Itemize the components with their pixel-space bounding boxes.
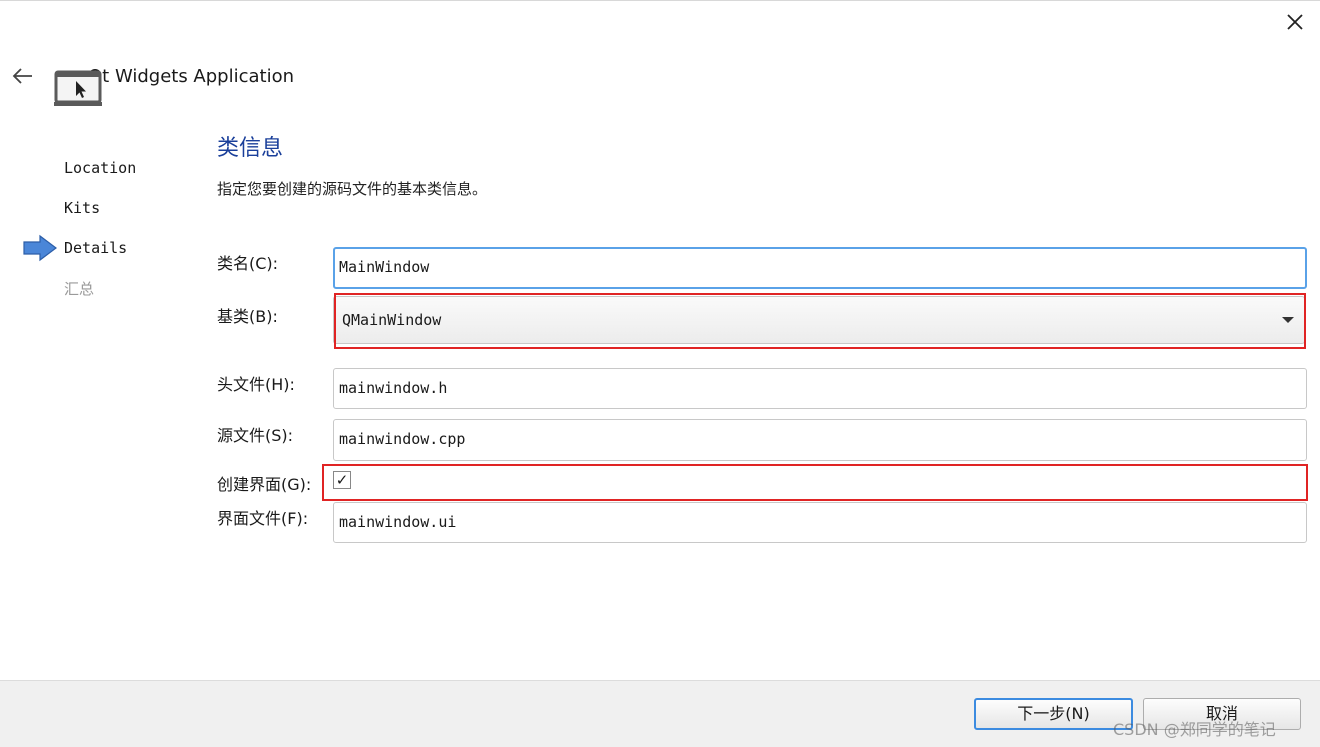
source-file-input[interactable]: mainwindow.cpp xyxy=(333,419,1307,461)
base-class-label: 基类(B): xyxy=(217,307,278,326)
back-arrow-icon[interactable] xyxy=(8,62,36,90)
window-top-border xyxy=(0,0,1320,1)
step-kits: Kits xyxy=(64,199,101,217)
step-location: Location xyxy=(64,159,137,177)
watermark: CSDN @郑同学的笔记 xyxy=(1113,720,1276,739)
close-icon[interactable] xyxy=(1281,8,1309,36)
generate-form-checkbox[interactable]: ✓ xyxy=(333,471,351,489)
header-file-label: 头文件(H): xyxy=(217,375,295,394)
highlight-box-generate-form xyxy=(322,464,1308,501)
wizard-title: Qt Widgets Application xyxy=(88,66,295,87)
class-name-label: 类名(C): xyxy=(217,254,279,273)
class-name-input[interactable]: MainWindow xyxy=(333,247,1307,289)
section-title: 类信息 xyxy=(217,136,284,161)
next-button[interactable]: 下一步(N) xyxy=(974,698,1133,730)
current-step-arrow-icon xyxy=(22,234,58,262)
base-class-value: QMainWindow xyxy=(342,311,442,329)
wizard-window: Qt Widgets Application Location Kits Det… xyxy=(0,0,1320,747)
base-class-select[interactable]: QMainWindow xyxy=(333,296,1305,344)
step-summary: 汇总 xyxy=(64,280,95,298)
section-description: 指定您要创建的源码文件的基本类信息。 xyxy=(217,180,488,198)
app-window-icon xyxy=(54,70,102,108)
source-file-label: 源文件(S): xyxy=(217,426,294,445)
form-file-input[interactable]: mainwindow.ui xyxy=(333,502,1307,543)
step-details: Details xyxy=(64,239,128,257)
generate-form-label: 创建界面(G): xyxy=(217,475,312,494)
form-file-label: 界面文件(F): xyxy=(217,509,309,528)
dropdown-arrow-icon xyxy=(1282,317,1294,323)
header-file-input[interactable]: mainwindow.h xyxy=(333,368,1307,409)
